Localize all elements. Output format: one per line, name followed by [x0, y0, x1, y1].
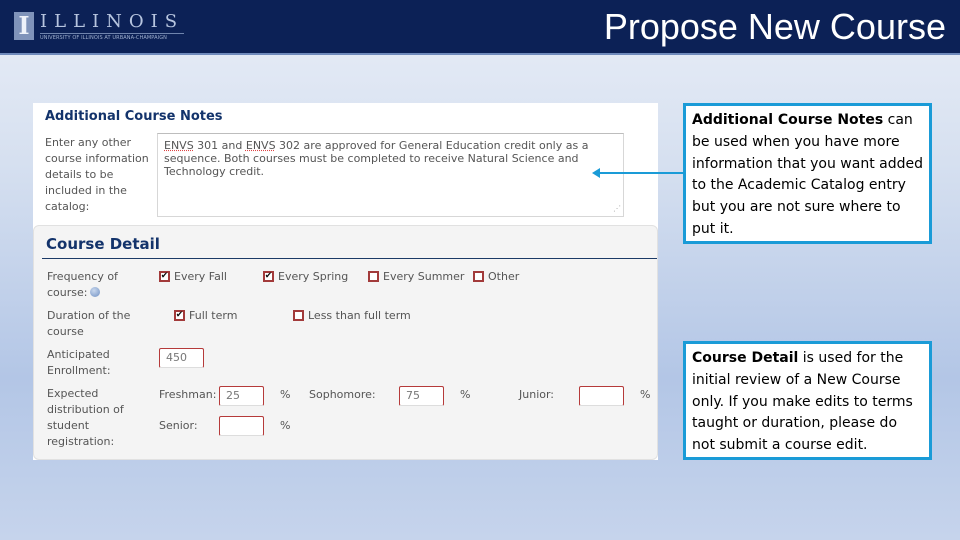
checkbox-every-spring[interactable]: ✔ Every Spring	[263, 270, 348, 283]
checkbox-checked-icon[interactable]: ✔	[263, 271, 274, 282]
checkbox-label: Every Spring	[278, 270, 349, 283]
logo-subtitle: UNIVERSITY OF ILLINOIS AT URBANA-CHAMPAI…	[40, 33, 185, 41]
additional-course-notes-section: Additional Course Notes Enter any other …	[33, 103, 658, 223]
frequency-label: Frequency of course:	[47, 269, 155, 301]
logo-wordmark: ILLINOIS	[40, 11, 185, 32]
percent-sign: %	[280, 419, 291, 432]
checkbox-full-term[interactable]: ✔ Full term	[174, 309, 237, 322]
enrollment-input[interactable]: 450	[159, 348, 204, 368]
freshman-label: Freshman:	[159, 388, 217, 401]
freshman-input[interactable]: 25	[219, 386, 264, 406]
course-detail-section: Course Detail Frequency of course: ✔ Eve…	[33, 225, 658, 460]
notes-text: 301 and	[193, 139, 246, 152]
notes-text-word: ENVS	[245, 139, 276, 152]
slide-header: I ILLINOIS UNIVERSITY OF ILLINOIS AT URB…	[0, 0, 960, 55]
senior-input[interactable]	[219, 416, 264, 436]
checkbox-checked-icon[interactable]: ✔	[174, 310, 185, 321]
callout-course-detail: Course Detail is used for the initial re…	[683, 341, 932, 460]
checkbox-label: Every Fall	[174, 270, 227, 283]
resize-grip-icon[interactable]: ⋰	[613, 202, 621, 215]
checkbox-empty-icon[interactable]	[293, 310, 304, 321]
notes-textarea[interactable]: ENVS 301 and ENVS 302 are approved for G…	[157, 133, 624, 217]
arrow-left-icon	[592, 168, 600, 178]
page-title: Propose New Course	[603, 6, 946, 47]
checkbox-label: Less than full term	[308, 309, 411, 322]
callout-text: can be used when you have more informati…	[692, 112, 923, 237]
checkbox-every-fall[interactable]: ✔ Every Fall	[159, 270, 227, 283]
callout-bold-term: Additional Course Notes	[692, 112, 884, 128]
sophomore-input[interactable]: 75	[399, 386, 444, 406]
sophomore-label: Sophomore:	[309, 388, 376, 401]
checkbox-other[interactable]: Other	[473, 270, 519, 283]
percent-sign: %	[460, 388, 471, 401]
junior-label: Junior:	[519, 388, 555, 401]
notes-heading: Additional Course Notes	[45, 109, 223, 124]
checkbox-empty-icon[interactable]	[473, 271, 484, 282]
junior-input[interactable]	[579, 386, 624, 406]
enrollment-label: Anticipated Enrollment:	[47, 348, 111, 377]
callout-connector-line	[596, 172, 684, 174]
callout-bold-term: Course Detail	[692, 350, 799, 366]
illinois-logo: I ILLINOIS UNIVERSITY OF ILLINOIS AT URB…	[14, 11, 185, 42]
checkbox-checked-icon[interactable]: ✔	[159, 271, 170, 282]
percent-sign: %	[280, 388, 291, 401]
senior-label: Senior:	[159, 419, 198, 432]
checkbox-label: Every Summer	[383, 270, 465, 283]
distribution-label: Expected distribution of student registr…	[47, 387, 124, 448]
callout-additional-notes: Additional Course Notes can be used when…	[683, 103, 932, 244]
course-detail-heading: Course Detail	[46, 235, 160, 253]
help-icon[interactable]	[90, 287, 101, 297]
checkbox-empty-icon[interactable]	[368, 271, 379, 282]
heading-divider	[42, 258, 657, 259]
form-screenshot: Additional Course Notes Enter any other …	[33, 103, 658, 460]
checkbox-less-than-full-term[interactable]: Less than full term	[293, 309, 411, 322]
notes-text-word: ENVS	[164, 139, 194, 152]
checkbox-label: Full term	[189, 309, 238, 322]
checkbox-every-summer[interactable]: Every Summer	[368, 270, 464, 283]
duration-label: Duration of the course	[47, 309, 131, 338]
frequency-label-text: Frequency of course:	[47, 270, 118, 299]
percent-sign: %	[640, 388, 651, 401]
checkbox-label: Other	[488, 270, 520, 283]
notes-field-label: Enter any other course information detai…	[45, 136, 149, 213]
illinois-block-i-icon: I	[14, 12, 34, 40]
